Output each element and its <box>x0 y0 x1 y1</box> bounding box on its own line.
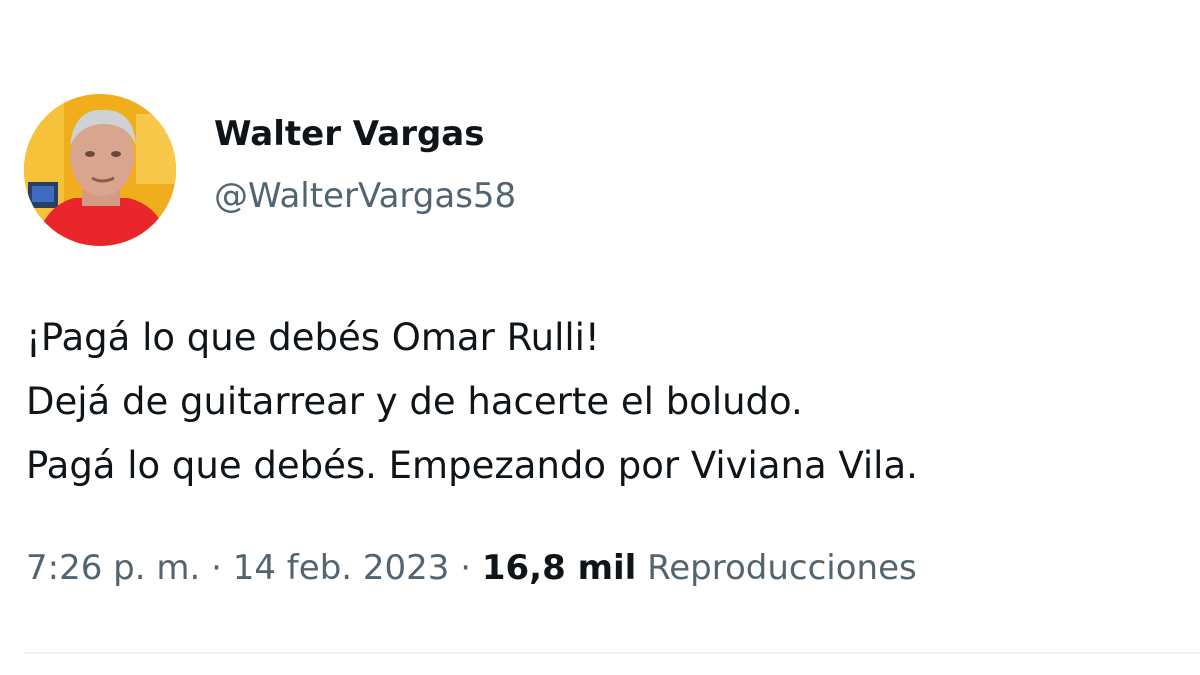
tweet-time[interactable]: 7:26 p. m. <box>26 548 200 588</box>
tweet-text-line: Pagá lo que debés. Empezando por Viviana… <box>26 444 918 487</box>
views-label: Reproducciones <box>647 548 917 588</box>
tweet-date[interactable]: 14 feb. 2023 <box>233 548 450 588</box>
author-handle[interactable]: @WalterVargas58 <box>214 174 516 218</box>
meta-separator: · <box>460 548 472 588</box>
tweet-text: ¡Pagá lo que debés Omar Rulli! Dejá de g… <box>26 306 1198 498</box>
meta-separator: · <box>211 548 222 588</box>
author-display-name[interactable]: Walter Vargas <box>214 112 485 156</box>
tweet-metadata: 7:26 p. m. · 14 feb. 2023 · 16,8 mil Rep… <box>26 544 917 592</box>
tweet-text-line: Dejá de guitarrear y de hacerte el bolud… <box>26 380 803 423</box>
divider <box>24 652 1200 654</box>
tweet-text-line: ¡Pagá lo que debés Omar Rulli! <box>26 316 600 359</box>
avatar[interactable] <box>24 94 176 246</box>
views-count: 16,8 mil <box>481 548 637 588</box>
avatar-photo <box>24 94 176 246</box>
tweet-card: Walter Vargas @WalterVargas58 ¡Pagá lo q… <box>0 0 1200 675</box>
